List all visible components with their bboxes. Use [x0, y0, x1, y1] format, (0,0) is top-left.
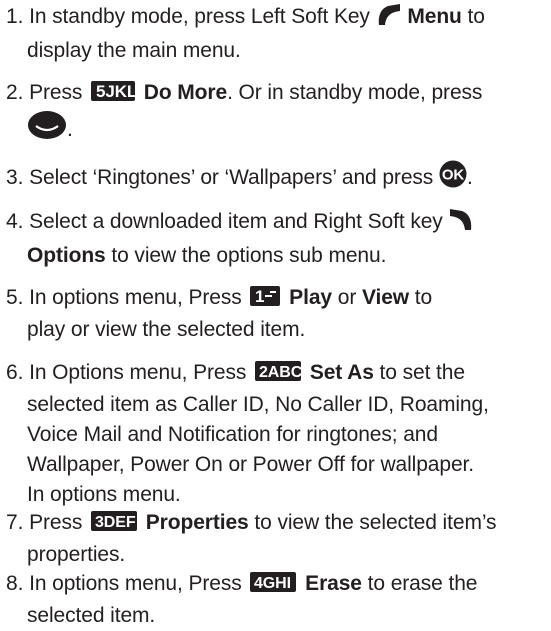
- instruction-page: 1. In standby mode, press Left Soft Key …: [0, 0, 551, 627]
- step-number: 6.: [6, 361, 24, 384]
- ok-key-icon: OK: [439, 160, 467, 197]
- step-6: 6. In Options menu, Press 2ABC Set As to…: [6, 360, 489, 506]
- step-number: 2.: [6, 81, 24, 104]
- step-5: 5. In options menu, Press 1 Play or View…: [6, 285, 433, 341]
- svg-text:OK: OK: [442, 167, 465, 184]
- svg-text:3DEF: 3DEF: [95, 514, 136, 531]
- svg-text:2ABC: 2ABC: [259, 364, 301, 381]
- set-as-label: Set As: [309, 361, 374, 384]
- options-label: Options: [27, 244, 106, 267]
- step-4: 4. Select a downloaded item and Right So…: [6, 207, 546, 271]
- step-1: 1. In standby mode, press Left Soft Key …: [6, 3, 485, 62]
- svg-text:1: 1: [255, 287, 264, 306]
- properties-label: Properties: [145, 511, 249, 534]
- view-label: View: [361, 286, 410, 309]
- step-number: 8.: [6, 572, 24, 595]
- svg-text:4GHI: 4GHI: [254, 575, 291, 592]
- step-number: 4.: [6, 210, 24, 233]
- step-number: 3.: [6, 166, 24, 189]
- step-2: 2. Press 5JKL Do More. Or in standby mod…: [6, 78, 546, 149]
- key-4-icon: 4GHI: [250, 571, 297, 601]
- key-1-icon: 1: [250, 285, 281, 315]
- step-3: 3. Select ‘Ringtones’ or ‘Wallpapers’ an…: [6, 160, 546, 197]
- step-number: 5.: [6, 286, 24, 309]
- menu-label: Menu: [407, 5, 462, 28]
- key-3-icon: 3DEF: [91, 510, 138, 540]
- step-7: 7. Press 3DEF Properties to view the sel…: [6, 510, 497, 566]
- key-2-icon: 2ABC: [255, 360, 303, 390]
- svg-text:5JKL: 5JKL: [96, 82, 135, 101]
- step-number: 1.: [6, 5, 24, 28]
- step-8: 8. In options menu, Press 4GHI Erase to …: [6, 571, 478, 627]
- key-5-icon: 5JKL: [91, 80, 137, 110]
- play-label: Play: [289, 286, 332, 309]
- do-more-label: Do More: [143, 81, 228, 104]
- right-soft-key-icon: [448, 208, 474, 241]
- step-number: 7.: [6, 511, 24, 534]
- erase-label: Erase: [305, 572, 362, 595]
- left-soft-key-icon: [376, 3, 402, 36]
- navigation-key-icon: [27, 110, 67, 149]
